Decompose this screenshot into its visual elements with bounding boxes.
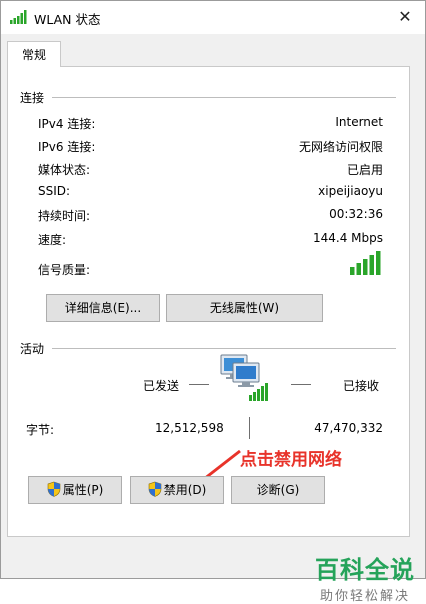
properties-label: 属性(P) — [62, 483, 104, 497]
duration-value: 00:32:36 — [329, 207, 383, 221]
signal-bars-icon — [350, 251, 381, 275]
wlan-status-window: WLAN 状态 ✕ 常规 连接 IPv4 连接: Internet IPv6 连… — [0, 0, 426, 604]
ipv6-value: 无网络访问权限 — [298, 140, 383, 154]
activity-group-divider — [52, 348, 396, 349]
network-computers-icon — [220, 354, 268, 401]
close-icon[interactable]: ✕ — [395, 7, 415, 27]
watermark-main: 百科全说 — [315, 556, 415, 584]
media-state-value: 已启用 — [346, 163, 383, 177]
ipv4-value: Internet — [335, 115, 383, 129]
connection-group-divider — [52, 97, 396, 98]
bytes-label: 字节: — [26, 423, 55, 437]
sent-dash — [189, 384, 209, 385]
media-state-label: 媒体状态: — [38, 163, 91, 177]
connection-group-title: 连接 — [20, 89, 49, 106]
speed-value: 144.4 Mbps — [312, 231, 383, 245]
ipv4-label: IPv4 连接: — [38, 117, 96, 131]
duration-label: 持续时间: — [38, 209, 91, 223]
dialog-body: 常规 连接 IPv4 连接: Internet IPv6 连接: 无网络访问权限… — [1, 34, 425, 604]
activity-group-title: 活动 — [20, 340, 49, 357]
ssid-label: SSID: — [38, 184, 71, 198]
bytes-sent-value: 12,512,598 — [155, 421, 224, 435]
disable-button[interactable]: 禁用(D) — [130, 476, 224, 504]
received-dash — [291, 384, 311, 385]
watermark-logo: 百科全说 助你轻松解决 — [315, 550, 415, 604]
properties-button[interactable]: 属性(P) — [28, 476, 122, 504]
window-title: WLAN 状态 — [34, 12, 101, 27]
bytes-received-value: 47,470,332 — [314, 421, 383, 435]
general-panel: 连接 IPv4 连接: Internet IPv6 连接: 无网络访问权限 媒体… — [7, 66, 410, 537]
title-bar: WLAN 状态 ✕ — [1, 1, 425, 34]
signal-quality-label: 信号质量: — [38, 263, 91, 277]
bytes-separator — [249, 417, 250, 439]
uac-shield-icon — [148, 481, 161, 497]
uac-shield-icon — [47, 481, 60, 497]
wifi-signal-icon — [10, 10, 27, 24]
received-label: 已接收 — [343, 379, 380, 393]
wireless-properties-button[interactable]: 无线属性(W) — [166, 294, 323, 322]
details-button[interactable]: 详细信息(E)... — [46, 294, 160, 322]
sent-label: 已发送 — [143, 379, 180, 393]
speed-label: 速度: — [38, 233, 67, 247]
tab-general[interactable]: 常规 — [7, 41, 61, 67]
ssid-value: xipeijiaoyu — [318, 184, 383, 198]
ipv6-label: IPv6 连接: — [38, 140, 96, 154]
diagnose-button[interactable]: 诊断(G) — [231, 476, 325, 504]
annotation-text: 点击禁用网络 — [240, 450, 342, 470]
disable-label: 禁用(D) — [163, 483, 207, 497]
watermark-sub: 助你轻松解决 — [319, 589, 410, 604]
